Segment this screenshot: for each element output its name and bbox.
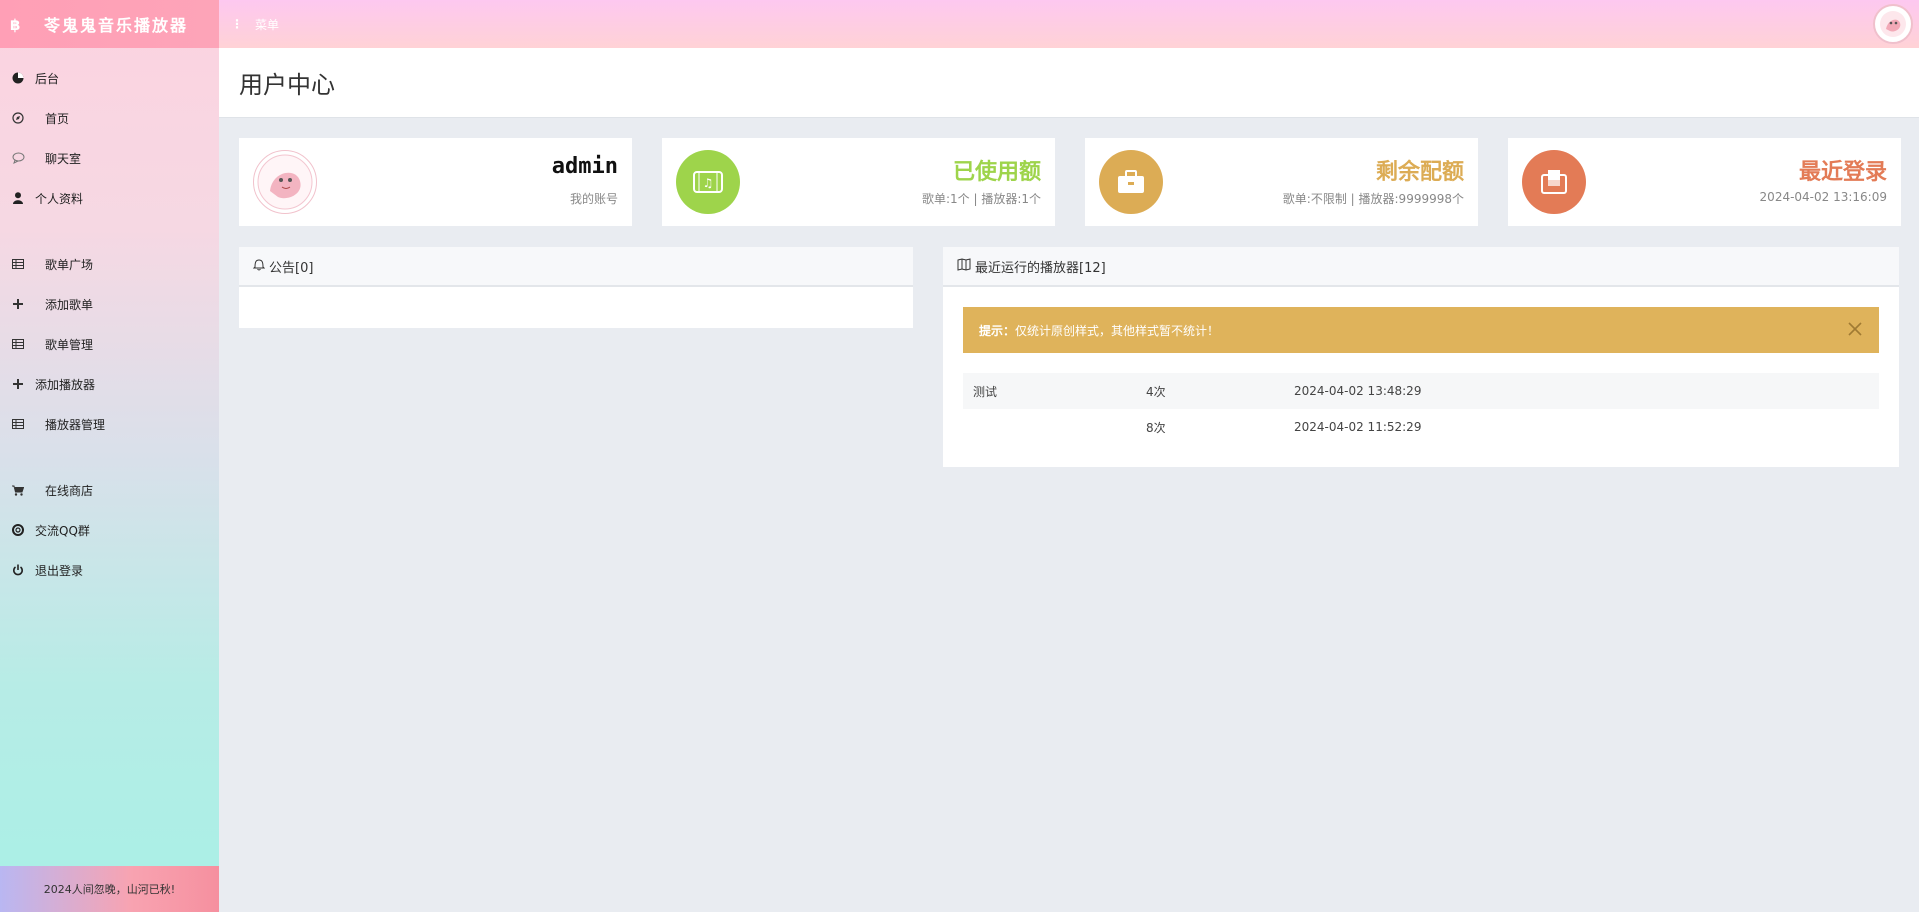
music-box-icon: ♫ [693,171,723,193]
sidebar-item-chat[interactable]: 聊天室 [0,138,219,178]
footer-text: 2024人间忽晚，山河已秋! [43,883,176,896]
alert-text: 仅统计原创样式，其他样式暂不统计！ [1015,323,1220,338]
sidebar-item-label: 歌单管理 [45,337,94,352]
sidebar-item-label: 个人资料 [35,191,84,206]
page-title: 用户中心 [239,71,335,99]
recent-runs-table: 测试 4次 2024-04-02 13:48:29 8次 2024-04-02 … [963,373,1879,445]
avatar[interactable] [1873,4,1913,44]
sidebar: ฿ 苓鬼鬼音乐播放器 后台 首页 聊天室 个人资料 歌单广场 添加歌单 歌单管理… [0,0,219,912]
cartoon-avatar-icon [1880,11,1906,37]
player-name: 测试 [973,384,998,399]
account-name: admin [551,154,618,179]
notice-panel-header: 公告[0] [239,247,913,287]
vertical-dots-icon: ⋮ [231,17,243,31]
tip-alert: 提示： 仅统计原创样式，其他样式暂不统计！ [963,307,1879,353]
sidebar-item-label: 退出登录 [35,563,84,578]
compass-icon [11,111,25,125]
last-login-time: 2024-04-02 13:16:09 [1759,190,1887,204]
sidebar-item-label: 添加播放器 [35,377,96,392]
stat-card-used: ♫ 已使用额 歌单:1个 | 播放器:1个 [662,138,1055,226]
svg-text:♫: ♫ [703,176,714,190]
table-row: 测试 4次 2024-04-02 13:48:29 [963,373,1879,409]
stat-card-remaining: 剩余配额 歌单:不限制 | 播放器:9999998个 [1085,138,1478,226]
sidebar-item-add-playlist[interactable]: 添加歌单 [0,284,219,324]
menu-toggle-button[interactable]: ⋮ 菜单 [231,16,279,33]
table-icon [11,337,25,351]
sidebar-item-add-player[interactable]: 添加播放器 [0,364,219,404]
app-title: 苓鬼鬼音乐播放器 [44,16,189,35]
power-icon [11,563,25,577]
bitcoin-logo-icon: ฿ [10,16,21,34]
sidebar-item-label: 首页 [45,111,70,126]
table-icon [11,417,25,431]
stat-card-last-login: 最近登录 2024-04-02 13:16:09 [1508,138,1901,226]
nav-divider [0,444,219,470]
run-time: 2024-04-02 11:52:29 [1294,420,1422,434]
pie-chart-icon [11,71,25,85]
map-icon [957,257,971,275]
remaining-circle [1099,150,1163,214]
recent-panel-header: 最近运行的播放器[12] [943,247,1899,287]
table-row: 8次 2024-04-02 11:52:29 [963,409,1879,445]
cartoon-avatar-icon [257,154,313,210]
sidebar-item-logout[interactable]: 退出登录 [0,550,219,590]
run-time: 2024-04-02 13:48:29 [1294,384,1422,398]
last-login-title: 最近登录 [1798,159,1887,185]
sidebar-footer: 2024人间忽晚，山河已秋! [0,866,219,912]
sidebar-nav: 后台 首页 聊天室 个人资料 歌单广场 添加歌单 歌单管理 添加播放器 播放器管… [0,48,219,590]
notice-panel: 公告[0] [239,247,913,328]
stat-card-account: admin 我的账号 [239,138,632,226]
sidebar-item-qq-group[interactable]: 交流QQ群 [0,510,219,550]
stat-cards: admin 我的账号 ♫ 已使用额 歌单:1个 | 播放器:1个 剩余配额 歌单… [239,138,1901,226]
sidebar-item-label: 交流QQ群 [35,523,90,538]
bell-icon [252,258,266,275]
remaining-title: 剩余配额 [1375,159,1464,185]
plus-icon [11,377,25,391]
account-sub: 我的账号 [569,192,618,206]
nav-divider [0,218,219,244]
sidebar-item-label: 添加歌单 [45,297,94,312]
plus-icon [11,297,25,311]
run-count: 8次 [1146,420,1166,435]
run-count: 4次 [1146,384,1166,399]
user-icon [11,191,25,205]
recent-players-panel: 最近运行的播放器[12] 提示： 仅统计原创样式，其他样式暂不统计！ 测试 4次… [943,247,1899,467]
sidebar-item-label: 聊天室 [45,151,82,166]
recent-title: 最近运行的播放器[12] [975,260,1106,276]
account-avatar [253,150,317,214]
wallet-icon [1541,170,1567,194]
alert-prefix: 提示： [979,323,1016,338]
used-title: 已使用额 [952,159,1041,185]
sidebar-item-label: 播放器管理 [45,417,106,432]
sidebar-item-label: 在线商店 [45,483,94,498]
table-icon [11,257,25,271]
used-sub: 歌单:1个 | 播放器:1个 [921,192,1041,206]
used-circle: ♫ [676,150,740,214]
menu-label: 菜单 [255,17,280,32]
sidebar-item-label: 歌单广场 [45,257,94,272]
briefcase-icon [1118,170,1144,193]
lifebuoy-icon [11,523,25,537]
cart-icon [11,483,25,497]
sidebar-item-dashboard[interactable]: 后台 [0,58,219,98]
close-icon[interactable] [1845,319,1865,339]
main-content: 用户中心 admin 我的账号 ♫ 已使用额 歌单:1个 | 播放器:1个 剩余… [219,48,1919,912]
sidebar-item-profile[interactable]: 个人资料 [0,178,219,218]
sidebar-item-player-manage[interactable]: 播放器管理 [0,404,219,444]
brand[interactable]: ฿ 苓鬼鬼音乐播放器 [0,0,219,48]
last-login-circle [1522,150,1586,214]
notice-title: 公告[0] [269,260,314,276]
player-name [963,409,1136,445]
sidebar-item-home[interactable]: 首页 [0,98,219,138]
sidebar-item-shop[interactable]: 在线商店 [0,470,219,510]
sidebar-item-playlist-manage[interactable]: 歌单管理 [0,324,219,364]
chat-icon [11,151,25,165]
page-header: 用户中心 [219,48,1919,118]
sidebar-item-playlist-square[interactable]: 歌单广场 [0,244,219,284]
remaining-sub: 歌单:不限制 | 播放器:9999998个 [1282,192,1464,206]
top-bar: ⋮ 菜单 [219,0,1919,48]
sidebar-item-label: 后台 [35,71,60,86]
